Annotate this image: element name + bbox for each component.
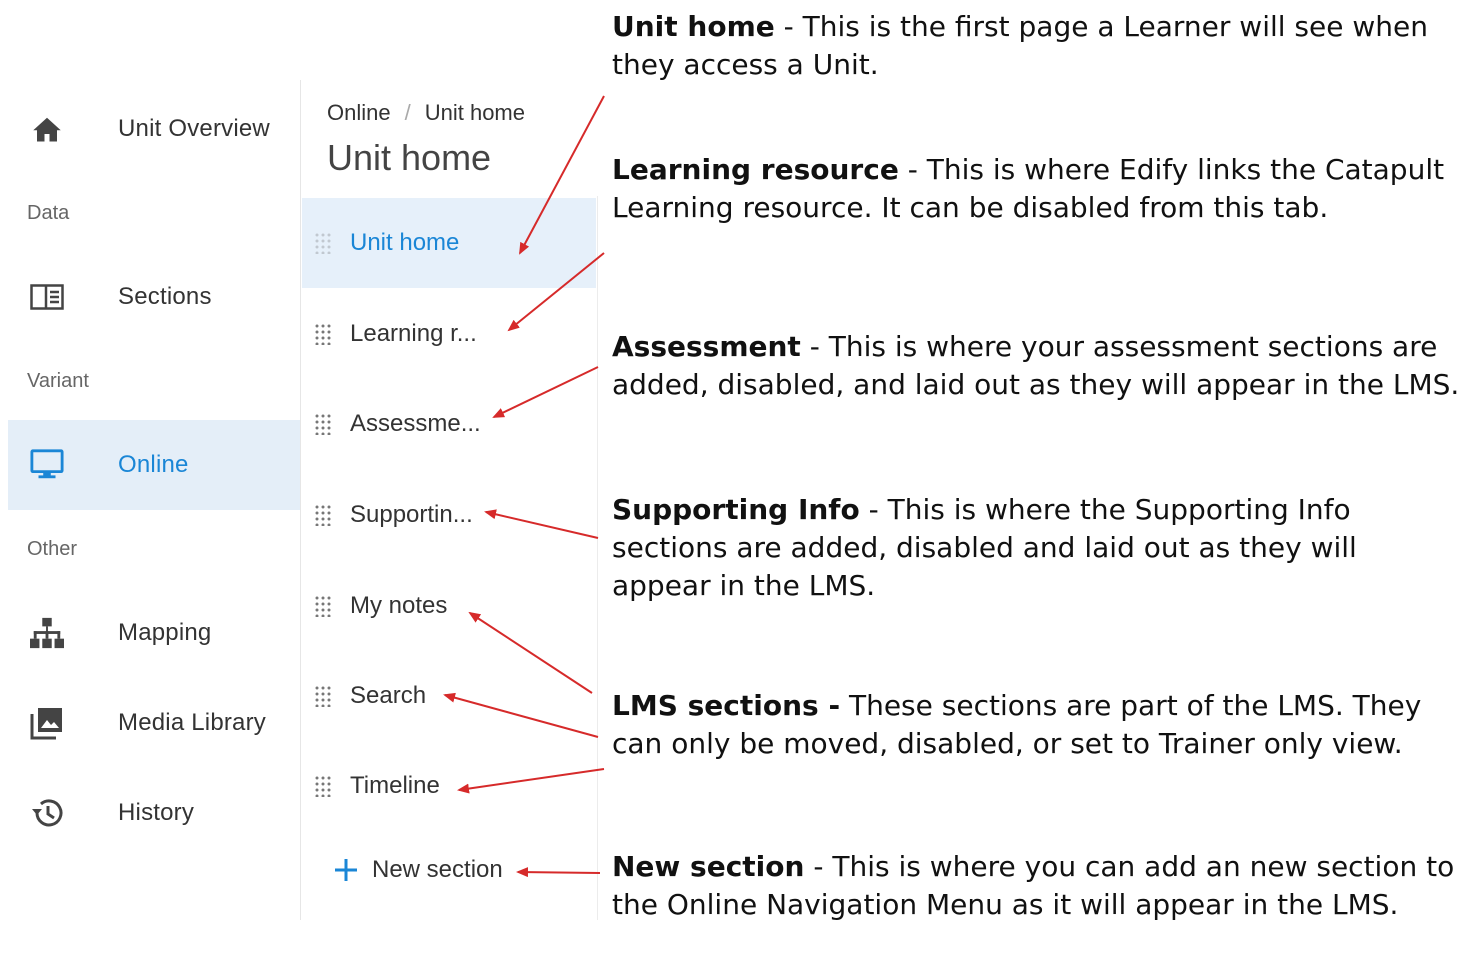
nav-item-history[interactable]: History [8, 768, 300, 858]
nav-item-mapping[interactable]: Mapping [8, 588, 300, 678]
annotation-title: Learning resource [612, 153, 899, 186]
annotation-title: Supporting Info [612, 493, 860, 526]
drag-handle-icon[interactable] [314, 232, 332, 254]
drag-handle-icon[interactable] [314, 595, 332, 617]
left-navigation: Unit Overview Data Sections Variant Onli… [0, 0, 300, 955]
home-icon [30, 112, 64, 146]
drag-handle-icon[interactable] [314, 323, 332, 345]
annotation-title: New section [612, 850, 805, 883]
section-label: Assessme... [350, 410, 481, 437]
section-label: Search [350, 682, 427, 709]
section-item-my-notes[interactable]: My notes [302, 561, 596, 651]
section-label: Learning r... [350, 320, 477, 347]
annotation-new-section: New section - This is where you can add … [612, 848, 1462, 924]
breadcrumb-separator: / [404, 100, 411, 125]
section-item-assessment[interactable]: Assessme... [302, 379, 596, 469]
annotation-title: LMS sections - [612, 689, 841, 722]
new-section-button[interactable]: New section [332, 850, 503, 890]
section-item-unit-home[interactable]: Unit home [302, 198, 596, 288]
sitemap-icon [30, 616, 64, 650]
annotation-title: Assessment [612, 330, 801, 363]
nav-label: Online [118, 451, 189, 478]
page-title: Unit home [327, 137, 492, 178]
section-label: Timeline [350, 772, 440, 799]
section-label: Supportin... [350, 501, 473, 528]
nav-label: Unit Overview [118, 115, 270, 142]
annotation-supporting-info: Supporting Info - This is where the Supp… [612, 491, 1462, 605]
annotation-assessment: Assessment - This is where your assessme… [612, 328, 1462, 404]
nav-label: Sections [118, 283, 212, 310]
nav-item-unit-overview[interactable]: Unit Overview [8, 84, 300, 174]
nav-item-media-library[interactable]: Media Library [8, 678, 300, 768]
plus-icon [335, 859, 357, 881]
panel-divider-right [597, 196, 598, 920]
nav-group-other: Other [27, 538, 78, 560]
drag-handle-icon[interactable] [314, 775, 332, 797]
nav-item-sections[interactable]: Sections [8, 252, 300, 342]
breadcrumb-online-link[interactable]: Online [327, 100, 391, 125]
image-library-icon [30, 706, 64, 740]
section-item-supporting-info[interactable]: Supportin... [302, 470, 596, 560]
sections-icon [30, 280, 64, 314]
nav-label: Mapping [118, 619, 212, 646]
breadcrumb: Online / Unit home [327, 100, 525, 126]
history-icon [30, 796, 64, 830]
sections-panel: Online / Unit home Unit home Unit home Lea… [300, 80, 598, 920]
monitor-icon [30, 448, 64, 482]
annotation-title: Unit home [612, 10, 775, 43]
annotation-lms-sections: LMS sections - These sections are part o… [612, 687, 1462, 763]
section-item-timeline[interactable]: Timeline [302, 741, 596, 831]
nav-group-variant: Variant [27, 370, 89, 392]
new-section-label: New section [372, 856, 503, 883]
drag-handle-icon[interactable] [314, 413, 332, 435]
section-item-search[interactable]: Search [302, 651, 596, 741]
nav-label: History [118, 799, 195, 826]
annotation-learning-resource: Learning resource - This is where Edify … [612, 151, 1462, 227]
nav-group-data: Data [27, 202, 70, 224]
section-label: My notes [350, 592, 448, 619]
breadcrumb-current: Unit home [424, 100, 525, 125]
section-item-learning-resource[interactable]: Learning r... [302, 289, 596, 379]
nav-item-online[interactable]: Online [8, 420, 300, 510]
panel-divider [300, 80, 301, 920]
nav-label: Media Library [118, 709, 266, 736]
drag-handle-icon[interactable] [314, 504, 332, 526]
annotation-unit-home: Unit home - This is the first page a Lea… [612, 8, 1462, 84]
section-label: Unit home [350, 229, 460, 256]
drag-handle-icon[interactable] [314, 685, 332, 707]
